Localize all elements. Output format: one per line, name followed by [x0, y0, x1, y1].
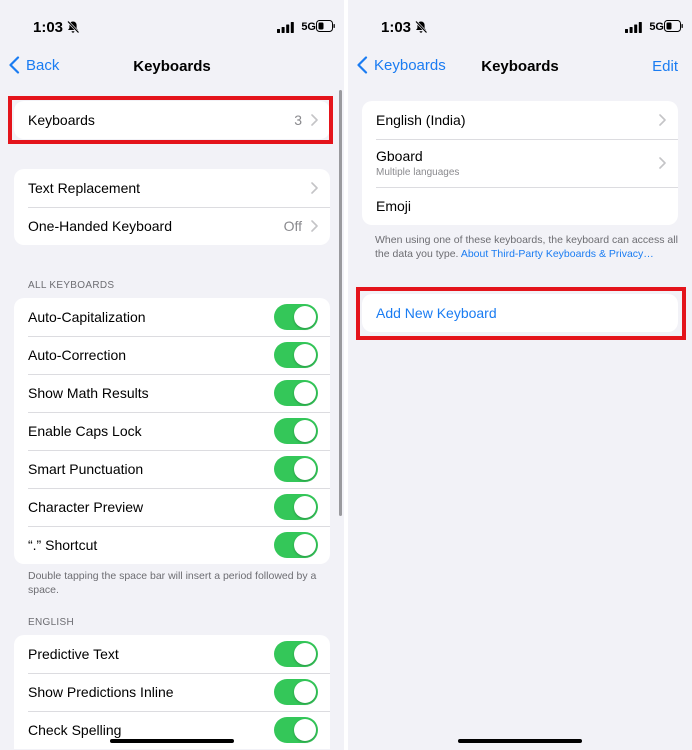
network-type: 5G [301, 21, 316, 33]
all-keyboards-header: ALL KEYBOARDS [28, 280, 115, 291]
toggle-knob [294, 681, 316, 703]
toggle-knob [294, 643, 316, 665]
toggle-knob [294, 719, 316, 741]
signal-icon [277, 22, 294, 33]
page-title: Keyboards [481, 58, 559, 75]
scroll-indicator[interactable] [339, 90, 342, 516]
toggle-label: Auto-Correction [28, 347, 127, 363]
period-shortcut-footnote: Double tapping the space bar will insert… [28, 570, 317, 596]
toggle-knob [294, 382, 316, 404]
status-bar: 1:03 5G [348, 0, 692, 50]
toggle-label: Character Preview [28, 499, 144, 515]
status-time: 1:03 [381, 19, 412, 36]
navigation-bar: Keyboards Keyboards Edit [348, 50, 692, 86]
predictive-text-row: Predictive Text [14, 635, 330, 673]
enable-caps-lock-row: Enable Caps Lock [14, 412, 330, 450]
auto-correction-row: Auto-Correction [14, 336, 330, 374]
add-keyboard-highlight [356, 287, 686, 340]
home-indicator[interactable] [458, 739, 582, 743]
keyboard-label: Emoji [376, 198, 412, 214]
bell-slash-icon [67, 20, 80, 34]
toggle-label: Show Math Results [28, 385, 149, 401]
english-group: Predictive Text Show Predictions Inline … [14, 635, 330, 749]
toggle-knob [294, 458, 316, 480]
chevron-right-icon [311, 182, 318, 194]
status-time: 1:03 [33, 19, 64, 36]
smart-punctuation-toggle[interactable] [274, 456, 318, 482]
smart-punctuation-row: Smart Punctuation [14, 450, 330, 488]
keyboard-sublabel: Multiple languages [376, 167, 460, 178]
show-math-results-row: Show Math Results [14, 374, 330, 412]
text-replacement-label: Text Replacement [28, 180, 141, 196]
toggle-knob [294, 534, 316, 556]
settings-keyboards-screen: 1:03 5G Back Keyboards Keyboards 3 Text … [0, 0, 344, 750]
network-type: 5G [649, 21, 664, 33]
auto-capitalization-row: Auto-Capitalization [14, 298, 330, 336]
status-bar: 1:03 5G [0, 0, 344, 50]
show-math-results-toggle[interactable] [274, 380, 318, 406]
toggle-knob [294, 420, 316, 442]
auto-capitalization-toggle[interactable] [274, 304, 318, 330]
show-predictions-inline-row: Show Predictions Inline [14, 673, 330, 711]
toggle-knob [294, 344, 316, 366]
one-handed-keyboard-label: One-Handed Keyboard [28, 218, 172, 234]
third-party-privacy-link[interactable]: About Third-Party Keyboards & Privacy… [461, 248, 654, 260]
toggle-label: Auto-Capitalization [28, 309, 146, 325]
keyboard-english-india-row[interactable]: English (India) [362, 101, 678, 139]
character-preview-toggle[interactable] [274, 494, 318, 520]
toggle-label: Show Predictions Inline [28, 684, 174, 700]
text-replacement-row[interactable]: Text Replacement [14, 169, 330, 207]
predictive-text-toggle[interactable] [274, 641, 318, 667]
edit-button[interactable]: Edit [652, 58, 678, 75]
text-options-group: Text Replacement One-Handed Keyboard Off [14, 169, 330, 245]
check-spelling-row: Check Spelling [14, 711, 330, 749]
auto-correction-toggle[interactable] [274, 342, 318, 368]
chevron-right-icon [311, 220, 318, 232]
english-header: ENGLISH [28, 617, 75, 628]
toggle-label: Check Spelling [28, 722, 122, 738]
keyboard-label: English (India) [376, 112, 466, 128]
all-keyboards-group: Auto-Capitalization Auto-Correction Show… [14, 298, 330, 564]
toggle-knob [294, 496, 316, 518]
battery-icon [664, 20, 683, 32]
keyboard-gboard-row[interactable]: Gboard Multiple languages [362, 139, 678, 187]
period-shortcut-toggle[interactable] [274, 532, 318, 558]
toggle-label: Predictive Text [28, 646, 119, 662]
show-predictions-inline-toggle[interactable] [274, 679, 318, 705]
character-preview-row: Character Preview [14, 488, 330, 526]
third-party-footnote: When using one of these keyboards, the k… [375, 233, 690, 261]
signal-icon [625, 22, 642, 33]
page-title: Keyboards [133, 58, 211, 75]
home-indicator[interactable] [110, 739, 234, 743]
keyboard-emoji-row[interactable]: Emoji [362, 187, 678, 225]
enable-caps-lock-toggle[interactable] [274, 418, 318, 444]
toggle-label: Smart Punctuation [28, 461, 144, 477]
keyboard-label: Gboard [376, 148, 423, 164]
chevron-right-icon [659, 114, 666, 126]
battery-icon [316, 20, 335, 32]
toggle-label: Enable Caps Lock [28, 423, 142, 439]
bell-slash-icon [415, 20, 428, 34]
period-shortcut-row: “.” Shortcut [14, 526, 330, 564]
check-spelling-toggle[interactable] [274, 717, 318, 743]
toggle-label: “.” Shortcut [28, 537, 98, 553]
keyboards-list-screen: 1:03 5G Keyboards Keyboards Edit English… [348, 0, 692, 750]
installed-keyboards-group: English (India) Gboard Multiple language… [362, 101, 678, 225]
toggle-knob [294, 306, 316, 328]
one-handed-keyboard-row[interactable]: One-Handed Keyboard Off [14, 207, 330, 245]
chevron-right-icon [659, 157, 666, 169]
one-handed-keyboard-value: Off [283, 218, 302, 234]
navigation-bar: Back Keyboards [0, 50, 344, 86]
keyboards-row-highlight [8, 96, 333, 144]
